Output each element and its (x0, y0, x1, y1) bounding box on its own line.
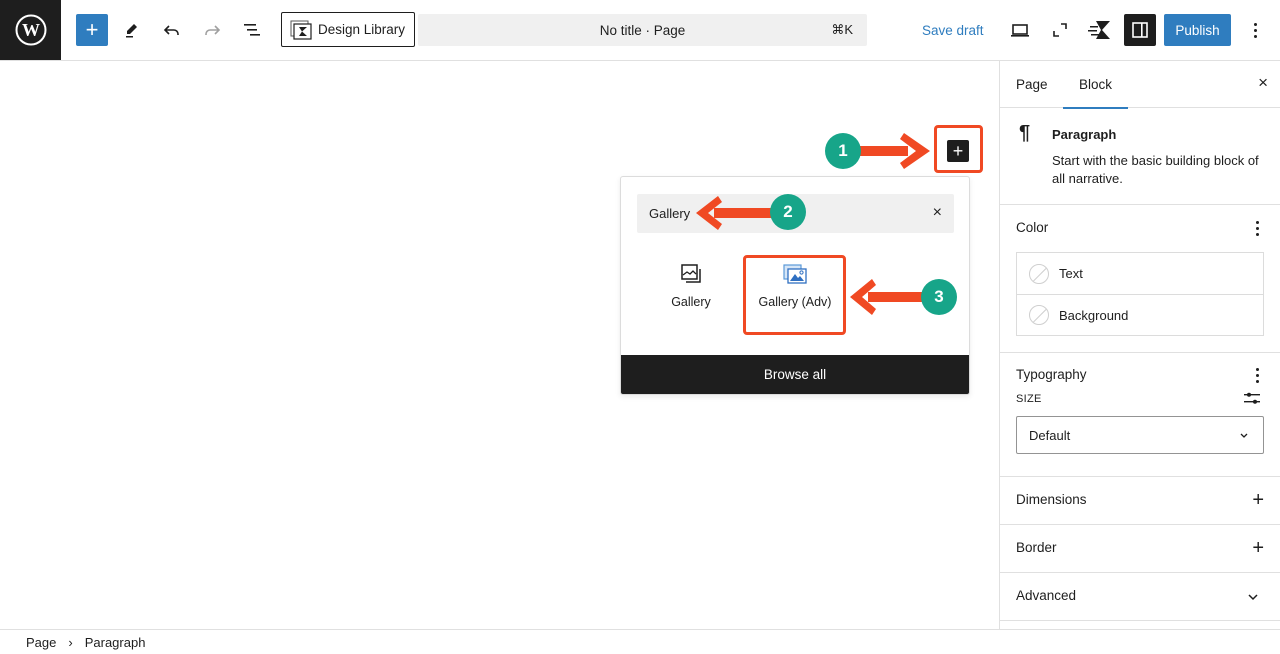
undo-icon (163, 25, 179, 35)
empty-swatch-icon (1029, 305, 1049, 325)
typography-panel: Typography SIZE Default (1000, 353, 1280, 477)
block-card-title: Paragraph (1052, 127, 1117, 142)
editor-header: W + Design Library No title · Page ⌘K Sa… (0, 0, 1280, 61)
annotation-badge-3: 3 (921, 279, 957, 315)
command-palette-button[interactable]: No title · Page ⌘K (418, 14, 867, 46)
redo-button[interactable] (196, 14, 228, 46)
document-title: No title · Page (599, 22, 686, 38)
desktop-icon (1011, 24, 1029, 37)
advanced-panel[interactable]: Advanced (1000, 573, 1280, 621)
annotation-arrow-3 (850, 279, 928, 315)
border-panel[interactable]: Border + (1000, 525, 1280, 573)
sidebar-icon (1132, 22, 1148, 38)
design-library-button[interactable]: Design Library (281, 12, 415, 47)
block-result-label: Gallery (671, 295, 711, 309)
custom-size-icon[interactable] (1244, 390, 1260, 406)
settings-sidebar: Page Block × ¶ Paragraph Start with the … (999, 61, 1280, 629)
plugin-button[interactable] (1084, 14, 1116, 46)
design-library-label: Design Library (318, 22, 406, 37)
wordpress-icon: W (15, 14, 46, 46)
clear-search-icon[interactable]: × (933, 204, 942, 222)
color-options-icon[interactable] (1256, 221, 1260, 236)
publish-button[interactable]: Publish (1164, 14, 1231, 46)
sidebar-tabs: Page Block × (1000, 61, 1280, 109)
fullscreen-button[interactable] (1044, 14, 1076, 46)
save-draft-button[interactable]: Save draft (918, 14, 988, 46)
settings-toggle-button[interactable] (1124, 14, 1156, 46)
preview-button[interactable] (1004, 14, 1036, 46)
block-result-gallery[interactable]: Gallery (646, 257, 736, 333)
panel-title-color: Color (1016, 220, 1049, 235)
list-view-icon (244, 24, 260, 36)
chevron-down-icon (1240, 433, 1248, 438)
add-block-button[interactable]: + (947, 140, 969, 162)
size-label: SIZE (1016, 393, 1042, 405)
breadcrumb-separator-icon: › (68, 634, 73, 650)
chevron-down-icon[interactable] (1246, 590, 1260, 604)
color-item-text[interactable]: Text (1017, 253, 1263, 294)
empty-swatch-icon (1029, 263, 1049, 284)
highlight-gallery-adv (743, 255, 846, 335)
annotation-badge-2: 2 (770, 194, 806, 230)
color-item-background[interactable]: Background (1017, 294, 1263, 335)
plus-icon: + (85, 17, 99, 42)
search-value: Gallery (649, 206, 691, 221)
block-inserter-toggle[interactable]: + (76, 14, 108, 46)
tab-page[interactable]: Page (1000, 61, 1064, 108)
tools-button[interactable] (116, 14, 148, 46)
annotation-arrow-1 (856, 133, 930, 169)
browse-all-button[interactable]: Browse all (621, 355, 969, 394)
color-list: Text Background (1016, 252, 1264, 336)
panel-title-border: Border (1016, 540, 1057, 555)
pencil-icon (126, 24, 137, 38)
fullscreen-icon (1053, 23, 1067, 37)
undo-button[interactable] (156, 14, 188, 46)
plus-icon[interactable]: + (1252, 538, 1264, 558)
dimensions-panel[interactable]: Dimensions + (1000, 477, 1280, 525)
redo-icon (205, 25, 221, 35)
annotation-badge-1: 1 (825, 133, 861, 169)
block-card: ¶ Paragraph Start with the basic buildin… (1000, 108, 1280, 205)
wordpress-logo-button[interactable]: W (0, 0, 61, 60)
plus-icon: + (952, 141, 964, 161)
block-card-description: Start with the basic building block of a… (1052, 153, 1259, 186)
options-menu-button[interactable] (1240, 14, 1272, 46)
gallery-icon (681, 264, 701, 283)
color-item-label: Text (1059, 266, 1083, 281)
svg-text:W: W (22, 20, 40, 40)
panel-title-dimensions: Dimensions (1016, 492, 1087, 507)
document-overview-button[interactable] (236, 14, 268, 46)
typography-options-icon[interactable] (1256, 368, 1260, 383)
design-library-icon (290, 20, 312, 40)
paragraph-icon: ¶ (1019, 122, 1031, 144)
plus-icon[interactable]: + (1252, 490, 1264, 510)
font-size-value: Default (1029, 427, 1071, 443)
color-item-label: Background (1059, 307, 1129, 323)
font-size-select[interactable]: Default (1016, 416, 1264, 454)
block-breadcrumb: Page › Paragraph (0, 629, 1280, 654)
panel-title-advanced: Advanced (1016, 588, 1077, 603)
breadcrumb-item-page[interactable]: Page (26, 635, 56, 650)
breadcrumb-item-paragraph[interactable]: Paragraph (85, 635, 146, 650)
plugin-logo-icon (1088, 21, 1110, 39)
close-sidebar-icon[interactable]: × (1258, 73, 1268, 93)
panel-title-typography: Typography (1016, 367, 1087, 382)
command-shortcut: ⌘K (831, 22, 853, 37)
more-vertical-icon (1254, 22, 1258, 38)
annotation-arrow-2 (696, 196, 778, 230)
tab-block[interactable]: Block (1063, 61, 1129, 109)
color-panel: Color Text Background (1000, 205, 1280, 353)
